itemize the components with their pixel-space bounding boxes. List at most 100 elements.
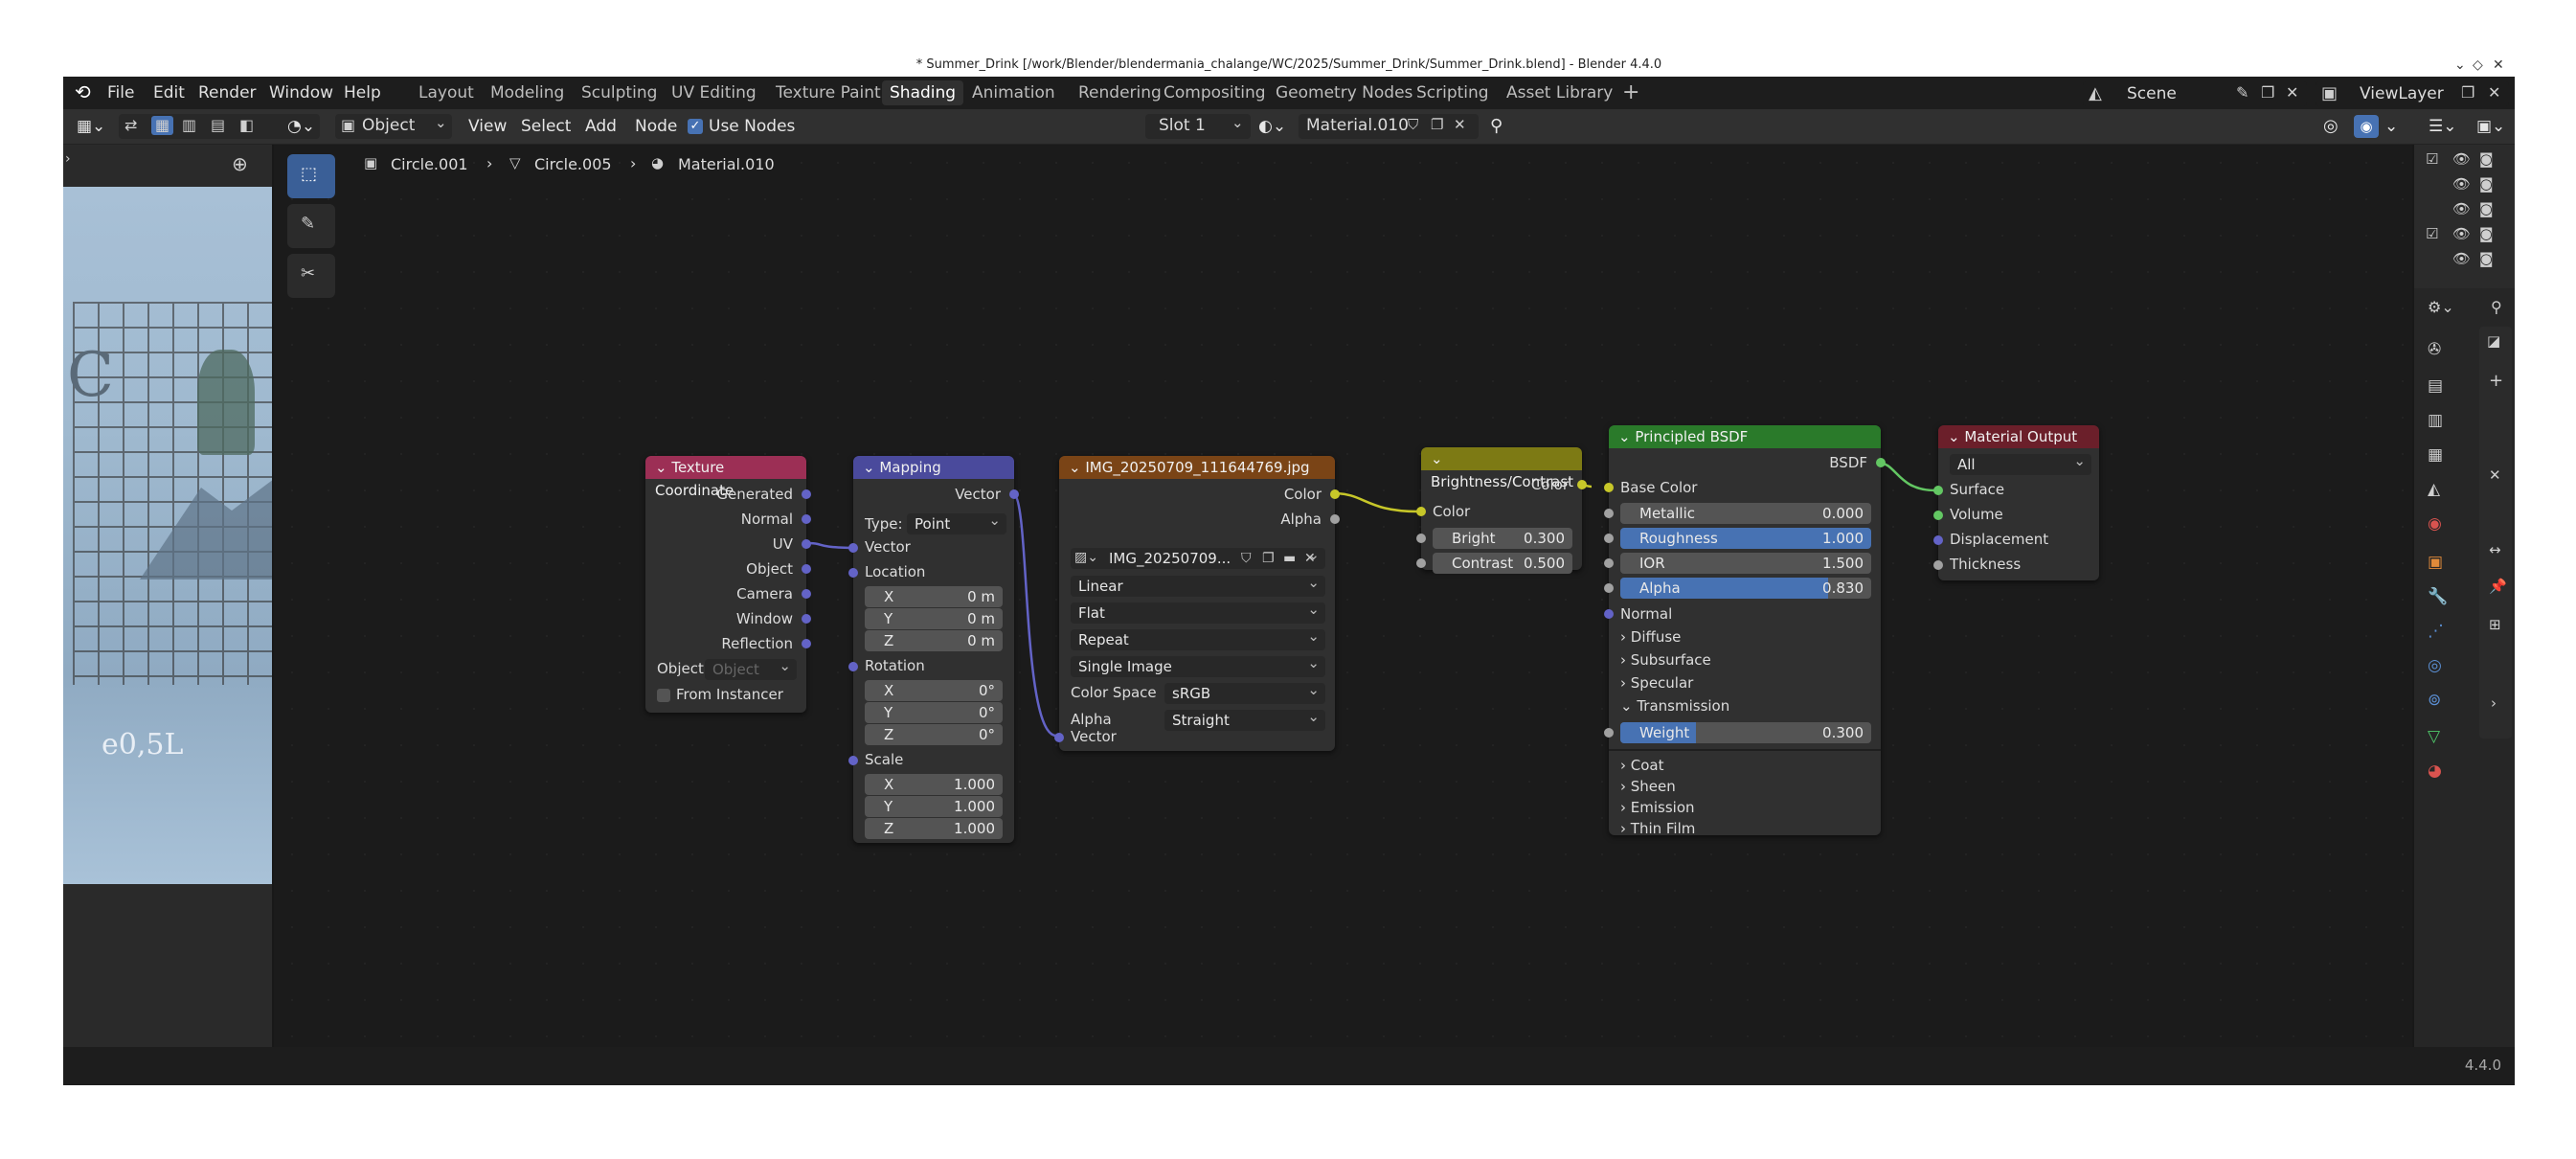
slot-dropdown[interactable]: Slot 1 ⌄ <box>1145 114 1251 139</box>
tab-compositing[interactable]: Compositing <box>1156 80 1274 105</box>
alpha-field[interactable]: Alpha 0.830 <box>1620 578 1871 599</box>
eye-icon[interactable]: 👁 <box>2452 202 2471 216</box>
scale-x[interactable]: X 1.000 <box>865 774 1003 795</box>
maximize-icon[interactable]: ◇ <box>2473 54 2483 77</box>
menu-add[interactable]: Add <box>585 114 617 139</box>
node-chevron-icon[interactable]: ⌄ <box>1431 450 1443 467</box>
node-chevron-icon[interactable]: ⌄ <box>655 459 671 476</box>
node-chevron-icon[interactable]: ⌄ <box>1948 428 1964 445</box>
tab-texture-paint[interactable]: Texture Paint <box>768 80 889 105</box>
expand-icon[interactable]: › <box>2491 696 2497 711</box>
select-extend-icon[interactable]: ▥ <box>182 118 196 133</box>
socket-volume[interactable] <box>1933 511 1943 520</box>
location-z[interactable]: Z 0 m <box>865 630 1003 651</box>
minimize-icon[interactable]: ⌄ <box>2454 54 2466 77</box>
data-tab-icon[interactable]: ▽ <box>2428 729 2440 745</box>
socket-uv[interactable] <box>802 539 811 549</box>
zoom-icon[interactable]: ⊕ <box>232 154 248 173</box>
unlink-image-icon[interactable]: ✕ <box>1304 552 1316 565</box>
output-tab-icon[interactable]: ▥ <box>2428 413 2443 429</box>
socket-surface[interactable] <box>1933 486 1943 495</box>
delete-scene-icon[interactable]: ✕ <box>2286 85 2298 101</box>
duplicate-image-icon[interactable]: ❐ <box>1262 552 1275 565</box>
scene-selector[interactable]: ◭ Scene ✎ ❐ ✕ <box>2083 81 2307 106</box>
scale-y[interactable]: Y 1.000 <box>865 796 1003 817</box>
bright-field[interactable]: Bright 0.300 <box>1433 528 1572 549</box>
location-y[interactable]: Y 0 m <box>865 608 1003 629</box>
particles-tab-icon[interactable]: ⋰ <box>2428 624 2444 640</box>
image-browse-icon[interactable]: ▨⌄ <box>1074 551 1098 564</box>
search-icon[interactable]: ⚲ <box>2491 300 2502 315</box>
add-workspace-icon[interactable]: + <box>1615 80 1647 105</box>
socket-thickness[interactable] <box>1933 560 1943 570</box>
camera-icon[interactable]: ◙ <box>2479 202 2494 216</box>
tab-geometry-nodes[interactable]: Geometry Nodes <box>1268 80 1420 105</box>
socket-object[interactable] <box>802 564 811 574</box>
tab-layout[interactable]: Layout <box>411 80 482 105</box>
delete-layer-icon[interactable]: ✕ <box>2488 85 2500 101</box>
socket-alpha-out[interactable] <box>1330 514 1340 524</box>
socket-window[interactable] <box>802 614 811 624</box>
target-dropdown[interactable]: All <box>1950 450 2091 475</box>
principled-bsdf-node[interactable]: ⌄ Principled BSDF BSDF Base Color Metall… <box>1604 425 1886 837</box>
color-space-dropdown[interactable]: sRGB <box>1164 679 1325 704</box>
node-header[interactable]: ⌄ Mapping <box>853 456 1014 479</box>
socket-location[interactable] <box>848 568 858 578</box>
camera-icon[interactable]: ◙ <box>2479 152 2494 167</box>
align-icon[interactable]: ⊞ <box>2489 618 2501 632</box>
camera-icon[interactable]: ◙ <box>2479 252 2494 266</box>
tab-sculpting[interactable]: Sculpting <box>574 80 665 105</box>
eye-icon[interactable]: 👁 <box>2452 252 2471 266</box>
tab-animation[interactable]: Animation <box>964 80 1063 105</box>
tab-uv-editing[interactable]: UV Editing <box>664 80 764 105</box>
panel-emission[interactable]: › Emission <box>1620 799 1695 816</box>
tab-scripting[interactable]: Scripting <box>1409 80 1497 105</box>
socket-metallic[interactable] <box>1604 509 1614 518</box>
fake-user-icon[interactable]: ⛉ <box>1408 118 1418 132</box>
object-tab-icon[interactable]: ▣ <box>2428 555 2443 571</box>
chevron-down-icon[interactable]: ⌄ <box>2384 114 2398 139</box>
texture-coordinate-node[interactable]: ⌄ Texture Coordinate Generated Normal UV… <box>645 456 811 713</box>
socket-vector-in[interactable] <box>1054 733 1064 742</box>
object-type-dropdown[interactable]: ▣ Object ⌄ <box>335 114 452 139</box>
gizmo-icon[interactable]: ◉ <box>2354 115 2379 138</box>
material-selector[interactable]: Material.010 ⛉ ❐ ✕ <box>1299 114 1479 139</box>
view-layer-tab-icon[interactable]: ▦ <box>2428 447 2443 464</box>
checkbox-icon[interactable]: ☑ <box>2426 227 2438 241</box>
world-tab-icon[interactable]: ◉ <box>2428 516 2442 533</box>
socket-ior[interactable] <box>1604 558 1614 568</box>
open-folder-icon[interactable]: ▬ <box>1283 552 1296 565</box>
tab-rendering[interactable]: Rendering <box>1071 80 1169 105</box>
select-invert-icon[interactable]: ◧ <box>239 118 254 133</box>
panel-specular[interactable]: › Specular <box>1620 674 1693 692</box>
select-new-icon[interactable]: ▦ <box>151 116 174 135</box>
weight-field[interactable]: Weight 0.300 <box>1620 722 1871 743</box>
rotation-y[interactable]: Y 0° <box>865 702 1003 723</box>
socket-camera[interactable] <box>802 589 811 599</box>
eye-icon[interactable]: 👁 <box>2452 152 2471 167</box>
projection-dropdown[interactable]: Flat <box>1071 599 1325 624</box>
rotation-x[interactable]: X 0° <box>865 680 1003 701</box>
pin-icon[interactable]: 📌 <box>2489 580 2507 594</box>
eye-icon[interactable]: 👁 <box>2452 177 2471 192</box>
node-header[interactable]: ⌄ IMG_20250709_111644769.jpg <box>1059 456 1335 479</box>
panel-coat[interactable]: › Coat <box>1620 757 1664 774</box>
contrast-field[interactable]: Contrast 0.500 <box>1433 553 1572 574</box>
socket-alpha[interactable] <box>1604 583 1614 593</box>
node-editor[interactable]: ⬚ ✎ ✂ ▣ Circle.001 › ▽ Circle.005 › ◕ Ma… <box>274 145 2412 1047</box>
node-chevron-icon[interactable]: ⌄ <box>863 459 879 476</box>
arrows-icon[interactable]: ↔ <box>2489 543 2501 557</box>
expand-left-icon[interactable]: › <box>65 152 71 166</box>
socket-generated[interactable] <box>802 489 811 499</box>
use-nodes-checkbox[interactable]: ✓ <box>688 119 703 134</box>
object-mode-icon[interactable]: ◪ <box>2487 334 2500 349</box>
brightness-contrast-node[interactable]: ⌄ Brightness/Contrast Color Color Bright… <box>1416 447 1587 574</box>
node-chevron-icon[interactable]: ⌄ <box>1618 428 1635 445</box>
close-icon[interactable]: ✕ <box>2493 54 2504 77</box>
menu-select[interactable]: Select <box>521 114 571 139</box>
camera-icon[interactable]: ◙ <box>2479 177 2494 192</box>
editor-type-icon[interactable]: ▦⌄ <box>77 114 105 139</box>
camera-icon[interactable]: ◙ <box>2479 227 2494 241</box>
panel-sheen[interactable]: › Sheen <box>1620 778 1676 795</box>
socket-contrast[interactable] <box>1416 558 1426 568</box>
